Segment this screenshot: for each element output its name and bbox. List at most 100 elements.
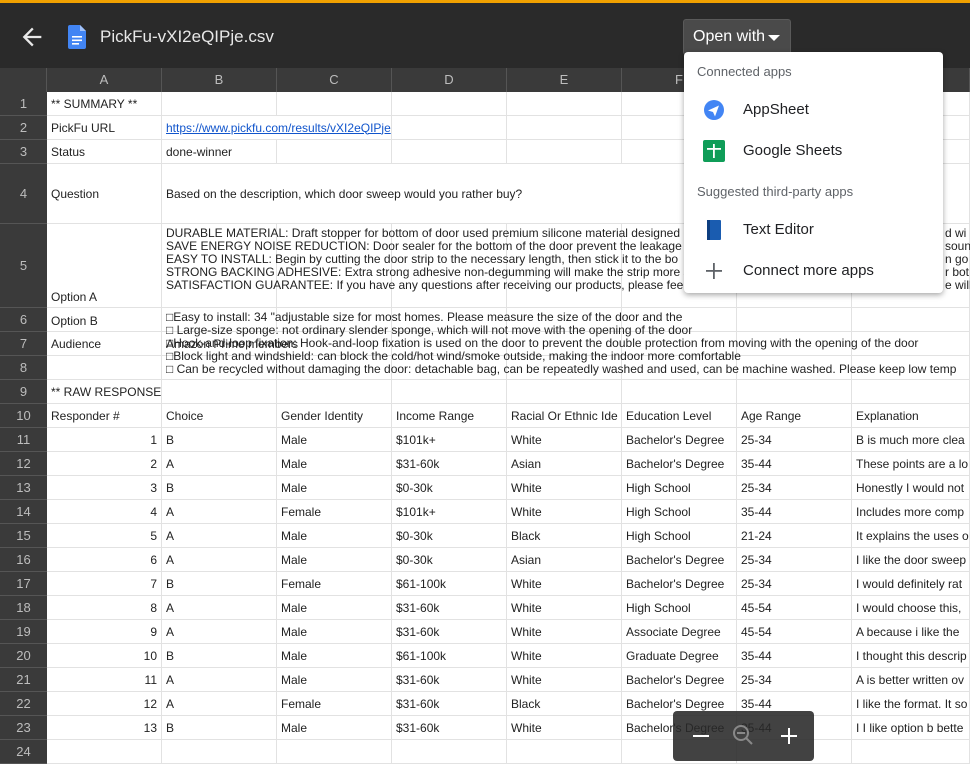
row-header[interactable]: 21 [0,668,47,692]
table-cell[interactable]: High School [622,476,737,500]
table-cell[interactable]: $101k+ [392,428,507,452]
table-cell[interactable]: 35-44 [737,644,852,668]
cell[interactable]: Question [47,164,162,224]
table-cell[interactable]: A [162,596,277,620]
table-cell[interactable]: 35-44 [737,452,852,476]
row-header[interactable]: 18 [0,596,47,620]
table-cell[interactable]: White [507,644,622,668]
table-cell[interactable]: Female [277,692,392,716]
table-header[interactable]: Responder # [47,404,162,428]
table-cell[interactable]: Asian [507,452,622,476]
table-cell[interactable]: $61-100k [392,572,507,596]
table-cell[interactable]: 12 [47,692,162,716]
row-header[interactable]: 24 [0,740,47,764]
table-cell[interactable]: Black [507,692,622,716]
table-cell[interactable]: B [162,572,277,596]
grid-cell[interactable] [162,380,277,404]
table-cell[interactable]: $31-60k [392,452,507,476]
status-value[interactable]: done-winner [162,140,277,164]
table-cell[interactable]: A [162,620,277,644]
column-header[interactable]: B [162,68,277,92]
table-cell[interactable]: Honestly I would not [852,476,970,500]
table-cell[interactable]: Male [277,644,392,668]
zoom-out-icon[interactable] [681,711,721,761]
table-cell[interactable]: $31-60k [392,668,507,692]
table-cell[interactable]: 9 [47,620,162,644]
table-cell[interactable]: Female [277,572,392,596]
table-cell[interactable]: A is better written ov [852,668,970,692]
table-cell[interactable]: White [507,572,622,596]
grid-cell[interactable] [507,92,622,116]
column-header[interactable]: C [277,68,392,92]
table-cell[interactable]: White [507,428,622,452]
table-cell[interactable]: 35-44 [737,500,852,524]
zoom-in-icon[interactable] [769,711,809,761]
table-cell[interactable]: A [162,500,277,524]
table-cell[interactable]: $0-30k [392,476,507,500]
table-cell[interactable]: Male [277,620,392,644]
column-header[interactable]: A [47,68,162,92]
table-cell[interactable]: $0-30k [392,548,507,572]
grid-cell[interactable] [392,116,507,140]
table-cell[interactable]: 45-54 [737,620,852,644]
table-cell[interactable]: Male [277,476,392,500]
table-cell[interactable]: Male [277,524,392,548]
question-value[interactable]: Based on the description, which door swe… [162,164,737,224]
pickfu-url-cell[interactable]: https://www.pickfu.com/results/vXI2eQIPj… [162,116,392,140]
table-cell[interactable]: 25-34 [737,428,852,452]
row-header[interactable]: 4 [0,164,47,224]
table-header[interactable]: Age Range [737,404,852,428]
grid-cell[interactable] [507,140,622,164]
table-cell[interactable]: It explains the uses o [852,524,970,548]
table-header[interactable]: Income Range [392,404,507,428]
row-header[interactable]: 6 [0,308,47,332]
raw-responses-title[interactable]: ** RAW RESPONSES ** [47,380,162,404]
table-cell[interactable]: Male [277,452,392,476]
table-cell[interactable]: Male [277,716,392,740]
row-header[interactable]: 13 [0,476,47,500]
table-cell[interactable]: 45-54 [737,596,852,620]
pickfu-url-link[interactable]: https://www.pickfu.com/results/vXI2eQIPj… [166,121,391,135]
table-cell[interactable]: White [507,716,622,740]
table-cell[interactable]: Male [277,668,392,692]
row-header[interactable]: 9 [0,380,47,404]
table-header[interactable]: Racial Or Ethnic Ide [507,404,622,428]
grid-cell[interactable] [852,380,970,404]
grid-cell[interactable] [47,356,162,380]
table-cell[interactable]: Male [277,428,392,452]
table-cell[interactable]: These points are a lo [852,452,970,476]
table-cell[interactable]: White [507,668,622,692]
row-header[interactable]: 11 [0,428,47,452]
table-cell[interactable]: White [507,500,622,524]
table-cell[interactable]: I like the format. It so [852,692,970,716]
table-cell[interactable]: $101k+ [392,500,507,524]
table-cell[interactable]: Female [277,500,392,524]
table-cell[interactable]: I like the door sweep [852,548,970,572]
table-cell[interactable]: 13 [47,716,162,740]
table-cell[interactable]: 10 [47,644,162,668]
table-cell[interactable]: 5 [47,524,162,548]
menu-item-google-sheets[interactable]: Google Sheets [684,132,943,170]
table-cell[interactable]: $31-60k [392,596,507,620]
table-header[interactable]: Explanation [852,404,970,428]
table-cell[interactable]: A [162,692,277,716]
table-cell[interactable]: Asian [507,548,622,572]
grid-cell[interactable] [507,740,622,764]
grid-cell[interactable] [392,92,507,116]
table-cell[interactable]: 21-24 [737,524,852,548]
table-cell[interactable]: Graduate Degree [622,644,737,668]
cell[interactable]: PickFu URL [47,116,162,140]
cell[interactable]: Status [47,140,162,164]
grid-cell[interactable] [392,140,507,164]
row-header[interactable]: 15 [0,524,47,548]
column-header[interactable]: E [507,68,622,92]
table-cell[interactable]: I would choose this, [852,596,970,620]
table-cell[interactable]: $0-30k [392,524,507,548]
table-cell[interactable]: I thought this descrip [852,644,970,668]
table-cell[interactable]: Bachelor's Degree [622,572,737,596]
row-header[interactable]: 14 [0,500,47,524]
table-cell[interactable]: Bachelor's Degree [622,452,737,476]
table-cell[interactable]: 25-34 [737,572,852,596]
table-cell[interactable]: 8 [47,596,162,620]
table-cell[interactable]: $61-100k [392,644,507,668]
